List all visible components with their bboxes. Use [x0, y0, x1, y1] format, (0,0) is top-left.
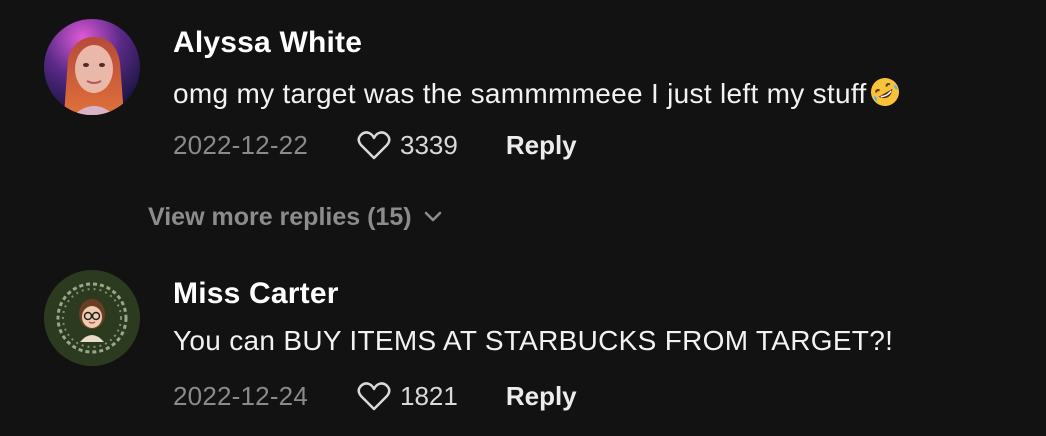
view-more-replies-button[interactable]: View more replies (15): [148, 200, 442, 234]
comment-meta: 2022-12-22 3339 Reply: [173, 127, 577, 163]
reply-button[interactable]: Reply: [506, 381, 577, 412]
avatar-image: [44, 19, 140, 115]
avatar[interactable]: [44, 270, 140, 366]
reply-button[interactable]: Reply: [506, 130, 577, 161]
heart-outline-icon: [357, 382, 391, 411]
view-more-replies-label: View more replies (15): [148, 202, 412, 231]
comment-meta: 2022-12-24 1821 Reply: [173, 378, 577, 414]
rolling-on-floor-laughing-emoji: [868, 75, 902, 116]
comment-text-content: omg my target was the sammmmeee I just l…: [173, 78, 867, 109]
like-count: 1821: [400, 380, 458, 411]
comment-author[interactable]: Miss Carter: [173, 277, 339, 311]
chevron-down-icon: [424, 211, 441, 222]
like-button[interactable]: 3339: [356, 129, 458, 161]
comment-date: 2022-12-24: [173, 380, 308, 411]
comment-text: omg my target was the sammmmeee I just l…: [173, 75, 902, 116]
like-count: 3339: [400, 129, 458, 160]
heart-outline-icon: [357, 131, 391, 160]
like-button[interactable]: 1821: [356, 380, 458, 412]
comment-date: 2022-12-22: [173, 129, 308, 160]
avatar[interactable]: [44, 19, 140, 115]
comment-text: You can BUY ITEMS AT STARBUCKS FROM TARG…: [173, 325, 894, 356]
avatar-image: [44, 270, 140, 366]
comment-author[interactable]: Alyssa White: [173, 26, 362, 60]
